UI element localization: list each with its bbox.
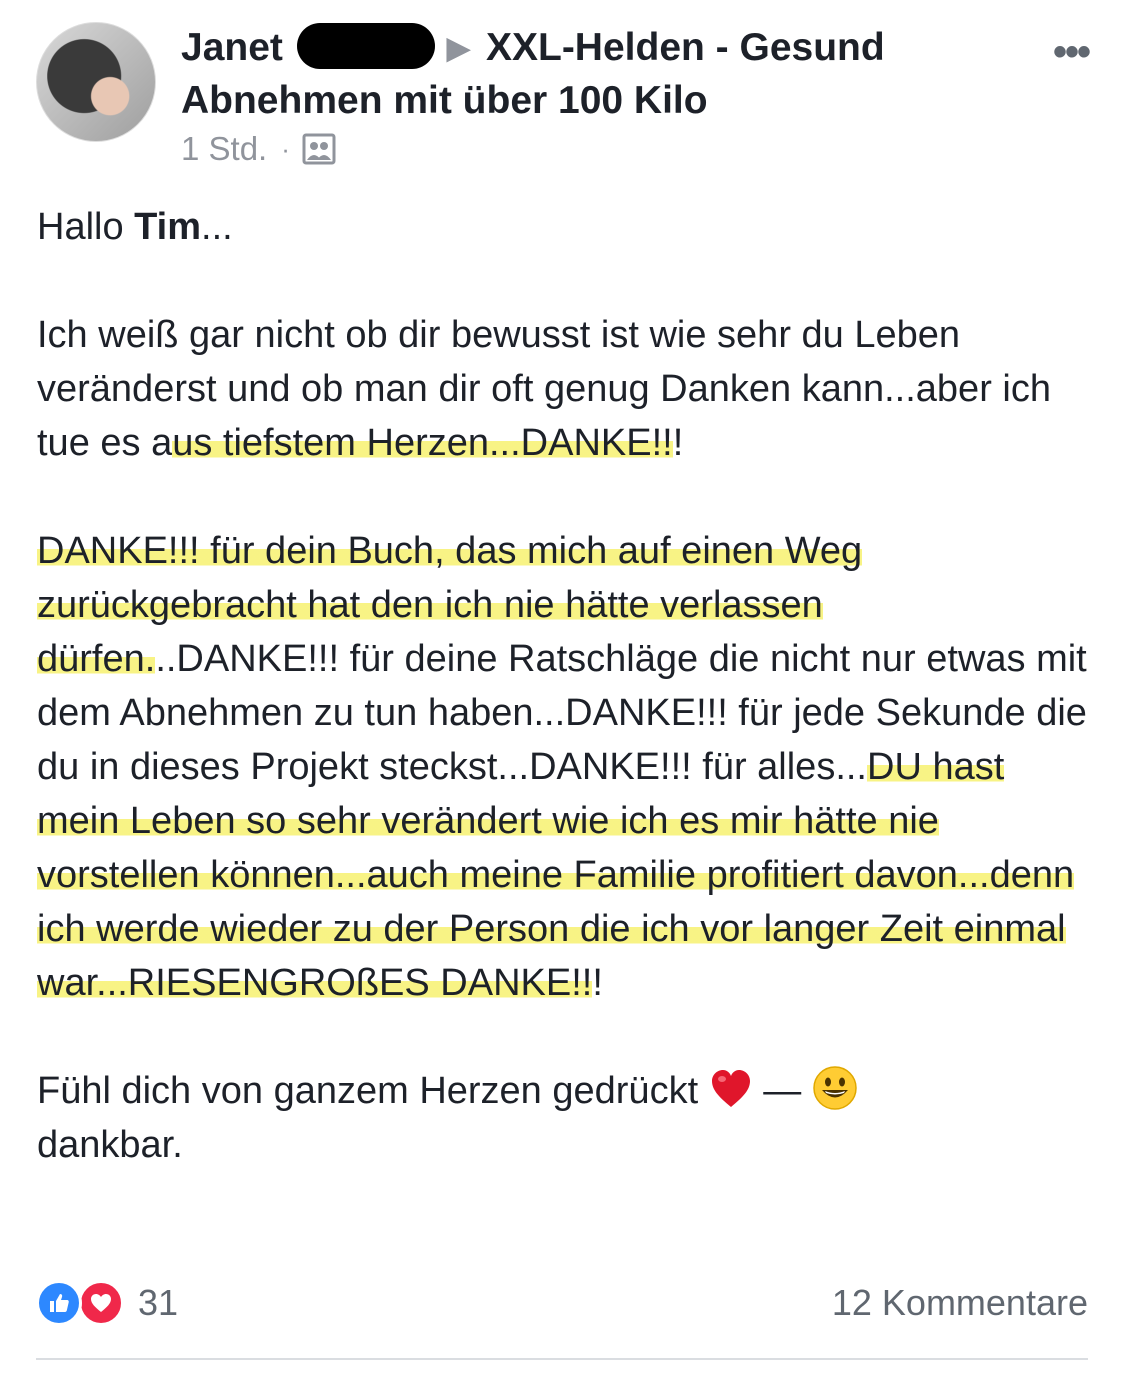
author-avatar[interactable] — [36, 22, 156, 142]
love-reaction-icon — [78, 1280, 124, 1326]
reactions-summary[interactable]: 31 — [36, 1280, 178, 1326]
divider — [36, 1358, 1088, 1360]
post-time[interactable]: 1 Std. — [181, 130, 267, 168]
comments-link[interactable]: 12 Kommentare — [832, 1282, 1088, 1324]
post-body: Hallo Tim... Ich weiß gar nicht ob dir b… — [37, 200, 1097, 1172]
reaction-count[interactable]: 31 — [138, 1282, 178, 1324]
greeting-name: Tim — [134, 206, 202, 248]
highlight: us tiefstem Herzen...DANKE!! — [172, 422, 673, 464]
arrow-right-icon: ▶ — [446, 32, 470, 65]
greeting: Hallo Tim... — [37, 206, 233, 248]
group-name[interactable]: XXL-Helden - Gesund Abnehmen mit über 10… — [181, 26, 885, 122]
post-meta: 1 Std. · — [181, 130, 336, 168]
group-icon — [302, 133, 336, 165]
heart-emoji-icon — [711, 1070, 750, 1107]
author-name[interactable]: Janet — [181, 26, 283, 69]
redacted-surname — [296, 23, 435, 69]
post-footer: 31 12 Kommentare — [36, 1278, 1088, 1328]
paragraph-2: DANKE!!! für dein Buch, das mich auf ein… — [37, 530, 1087, 1004]
meta-separator: · — [281, 133, 290, 164]
paragraph-1: Ich weiß gar nicht ob dir bewusst ist wi… — [37, 314, 1051, 464]
more-icon[interactable]: ••• — [1053, 30, 1091, 75]
post-header: Janet ▶ XXL-Helden - Gesund Abnehmen mit ü… — [181, 22, 981, 127]
like-reaction-icon — [36, 1280, 82, 1326]
paragraph-3: Fühl dich von ganzem Herzen gedrückt — d… — [37, 1064, 1097, 1172]
smiley-emoji-icon — [813, 1066, 857, 1110]
